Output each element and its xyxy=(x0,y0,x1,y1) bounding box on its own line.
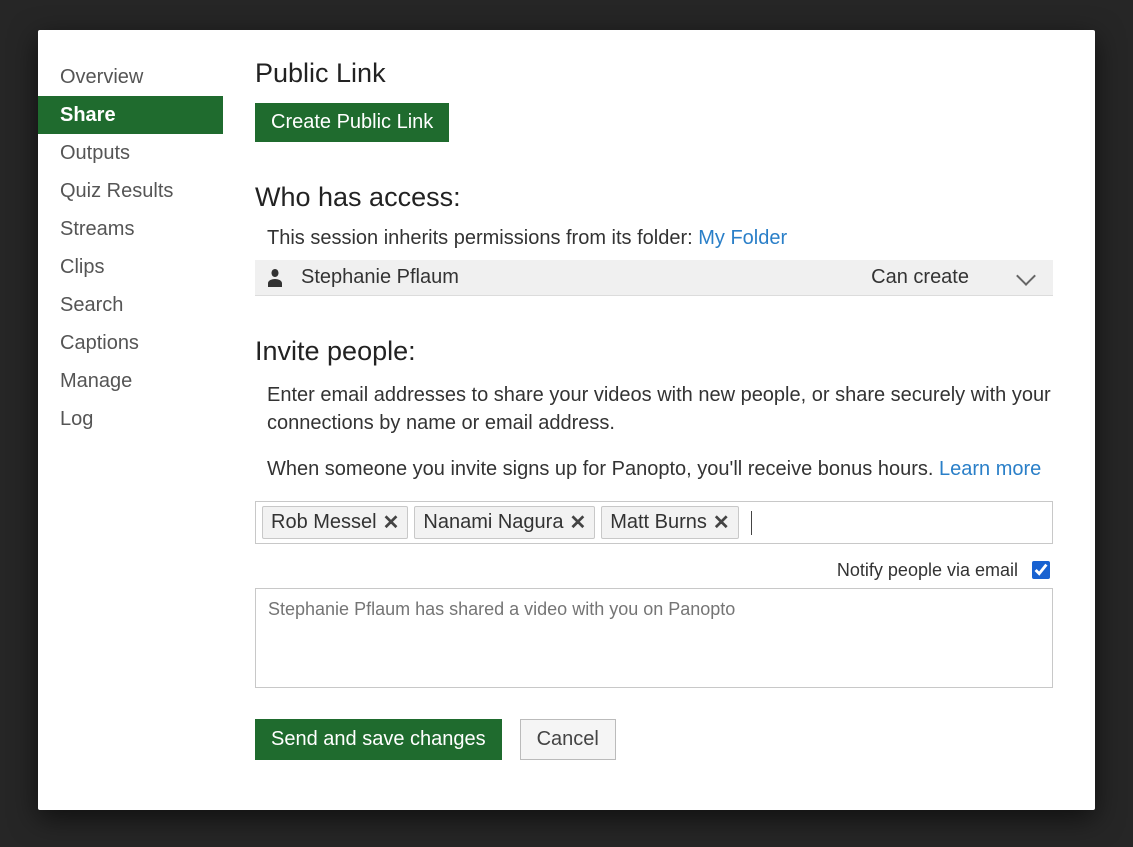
invitee-tag-label: Matt Burns xyxy=(610,511,707,534)
inherit-prefix: This session inherits permissions from i… xyxy=(267,227,698,249)
action-row: Send and save changes Cancel xyxy=(255,719,1053,760)
folder-link[interactable]: My Folder xyxy=(698,227,787,249)
sidebar-item-overview[interactable]: Overview xyxy=(38,58,223,96)
access-permission-label: Can create xyxy=(871,266,969,289)
text-cursor xyxy=(751,511,752,535)
invitee-tag: Rob Messel ✕ xyxy=(262,506,408,539)
notify-label: Notify people via email xyxy=(837,560,1018,581)
user-icon xyxy=(267,269,283,287)
invitee-tag-label: Nanami Nagura xyxy=(423,511,563,534)
sidebar-item-share[interactable]: Share xyxy=(38,96,223,134)
invitee-tag: Matt Burns ✕ xyxy=(601,506,738,539)
sidebar-item-quiz-results[interactable]: Quiz Results xyxy=(38,172,223,210)
sidebar-item-streams[interactable]: Streams xyxy=(38,210,223,248)
inherit-permissions-text: This session inherits permissions from i… xyxy=(267,227,1053,250)
access-row: Stephanie Pflaum Can create xyxy=(255,260,1053,296)
public-link-title: Public Link xyxy=(255,58,1053,89)
chevron-down-icon[interactable] xyxy=(1016,266,1036,286)
sidebar-item-outputs[interactable]: Outputs xyxy=(38,134,223,172)
invitee-tag-label: Rob Messel xyxy=(271,511,377,534)
access-title: Who has access: xyxy=(255,182,1053,213)
share-dialog: Overview Share Outputs Quiz Results Stre… xyxy=(38,30,1095,810)
sidebar: Overview Share Outputs Quiz Results Stre… xyxy=(38,30,223,810)
send-button[interactable]: Send and save changes xyxy=(255,719,502,760)
notify-row: Notify people via email xyxy=(255,558,1053,582)
invite-title: Invite people: xyxy=(255,336,1053,367)
main-content: Public Link Create Public Link Who has a… xyxy=(223,30,1095,810)
invite-bonus-text: When someone you invite signs up for Pan… xyxy=(267,458,939,480)
notify-checkbox[interactable] xyxy=(1032,561,1050,579)
sidebar-item-search[interactable]: Search xyxy=(38,286,223,324)
sidebar-item-captions[interactable]: Captions xyxy=(38,324,223,362)
create-public-link-button[interactable]: Create Public Link xyxy=(255,103,449,142)
invitee-tag: Nanami Nagura ✕ xyxy=(414,506,595,539)
cancel-button[interactable]: Cancel xyxy=(520,719,616,760)
access-user-name: Stephanie Pflaum xyxy=(301,266,871,289)
invite-bonus-text-row: When someone you invite signs up for Pan… xyxy=(267,455,1053,483)
sidebar-item-manage[interactable]: Manage xyxy=(38,362,223,400)
invitees-input[interactable]: Rob Messel ✕ Nanami Nagura ✕ Matt Burns … xyxy=(255,501,1053,544)
remove-tag-icon[interactable]: ✕ xyxy=(713,510,730,535)
remove-tag-icon[interactable]: ✕ xyxy=(569,510,586,535)
invite-description: Enter email addresses to share your vide… xyxy=(267,381,1053,437)
sidebar-item-clips[interactable]: Clips xyxy=(38,248,223,286)
sidebar-item-log[interactable]: Log xyxy=(38,400,223,438)
learn-more-link[interactable]: Learn more xyxy=(939,458,1041,480)
message-textarea[interactable] xyxy=(255,588,1053,688)
remove-tag-icon[interactable]: ✕ xyxy=(383,510,400,535)
